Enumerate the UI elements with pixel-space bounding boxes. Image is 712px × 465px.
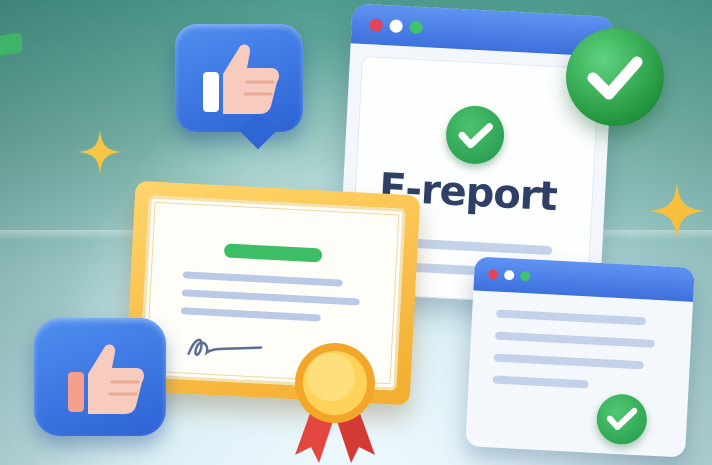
- certificate-line: [182, 271, 343, 287]
- certificate-line: [181, 289, 360, 306]
- award-ribbon-icon: [295, 343, 375, 463]
- thumbs-up-bubble: [175, 24, 303, 150]
- thumbs-up-icon: [68, 344, 144, 414]
- window-maximize-dot: [409, 20, 423, 35]
- decorative-tab: [0, 32, 22, 56]
- signature-icon: [187, 338, 263, 356]
- window-minimize-dot: [503, 269, 515, 281]
- sparkle-icon: [76, 128, 124, 176]
- check-icon: [444, 104, 506, 166]
- check-icon: [566, 28, 664, 126]
- text-line: [492, 375, 589, 389]
- window-close-dot: [487, 269, 499, 280]
- document-window: [465, 256, 695, 458]
- text-line: [494, 331, 655, 348]
- sparkle-icon: [646, 178, 708, 244]
- certificate-heading-bar: [223, 243, 323, 263]
- text-line: [495, 309, 647, 326]
- check-icon: [595, 392, 649, 446]
- text-line: [493, 353, 644, 370]
- thumbs-up-icon: [203, 44, 279, 114]
- window-close-dot: [369, 18, 383, 32]
- thumbs-up-bubble: [34, 318, 166, 436]
- certificate-line: [180, 307, 321, 322]
- window-maximize-dot: [519, 270, 531, 282]
- window-minimize-dot: [389, 19, 403, 33]
